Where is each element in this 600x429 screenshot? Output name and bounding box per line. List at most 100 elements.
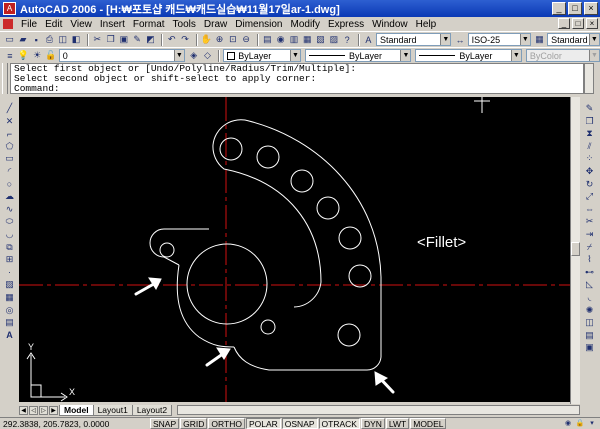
block-editor-icon[interactable]: ◩ (145, 34, 156, 46)
layer-select[interactable]: 0 ▼ (58, 49, 185, 62)
prev-tab-icon[interactable]: ◁ (29, 405, 38, 415)
copy-object-icon[interactable]: ❐ (584, 116, 596, 127)
extend-icon[interactable]: ⇥ (584, 229, 596, 240)
linetype-select[interactable]: ByLayer ▼ (304, 49, 412, 62)
plot-icon[interactable]: ⎙ (44, 34, 55, 46)
lock-icon[interactable]: 🔒 (575, 419, 585, 428)
menu-insert[interactable]: Insert (96, 19, 129, 30)
command-window[interactable]: Select first object or [Undo/Polyline/Ra… (10, 63, 584, 94)
array-icon[interactable]: ⁘ (584, 153, 596, 164)
text-style-select[interactable]: Standard ▼ (376, 33, 452, 46)
markup-icon[interactable]: ▧ (315, 34, 326, 46)
menu-help[interactable]: Help (412, 19, 441, 30)
help-icon[interactable]: ? (341, 34, 352, 46)
snap-toggle[interactable]: SNAP (150, 418, 180, 429)
polyline-icon[interactable]: ⌐ (4, 128, 16, 139)
ellipse-arc-icon[interactable]: ◡ (4, 229, 16, 240)
region-icon[interactable]: ◎ (4, 305, 16, 316)
minimize-button[interactable]: _ (552, 2, 566, 15)
move-icon[interactable]: ✥ (584, 166, 596, 177)
layer-tools-icon[interactable]: ▤ (584, 330, 596, 341)
close-button[interactable]: × (584, 2, 598, 15)
inquiry-icon[interactable]: ▣ (584, 342, 596, 353)
layer-lock-icon[interactable]: 🔓 (45, 50, 57, 62)
paste-icon[interactable]: ▣ (118, 34, 129, 46)
model-toggle[interactable]: MODEL (410, 418, 447, 429)
erase-icon[interactable]: ✎ (584, 103, 596, 114)
dyn-toggle[interactable]: DYN (360, 418, 385, 429)
make-block-icon[interactable]: ⊞ (4, 254, 16, 265)
menu-draw[interactable]: Draw (200, 19, 231, 30)
hatch-icon[interactable]: ▨ (4, 279, 16, 290)
draw-order-icon[interactable]: ◫ (584, 317, 596, 328)
coordinate-readout[interactable]: 292.3838, 205.7823, 0.0000 (0, 419, 150, 429)
menu-express[interactable]: Express (324, 19, 368, 30)
grid-toggle[interactable]: GRID (180, 418, 208, 429)
fillet-icon[interactable]: ◟ (584, 292, 596, 303)
sheet-set-icon[interactable]: ▦ (302, 34, 313, 46)
table-style-select[interactable]: Standard ▼ (547, 33, 600, 46)
stretch-icon[interactable]: ⇔ (584, 204, 596, 215)
command-prompt[interactable]: Command: (14, 84, 583, 94)
menu-view[interactable]: View (66, 19, 96, 30)
osnap-toggle[interactable]: OSNAP (281, 418, 318, 429)
redo-icon[interactable]: ↷ (179, 34, 190, 46)
zoom-window-icon[interactable]: ⊡ (227, 34, 238, 46)
trim-icon[interactable]: ✂ (584, 216, 596, 227)
maximize-button[interactable]: □ (568, 2, 582, 15)
otrack-toggle[interactable]: OTRACK (318, 418, 360, 429)
open-icon[interactable]: ▰ (17, 34, 28, 46)
doc-restore-button[interactable]: □ (572, 18, 584, 29)
plot-preview-icon[interactable]: ◫ (57, 34, 68, 46)
spline-icon[interactable]: ∿ (4, 204, 16, 215)
match-properties-icon[interactable]: ✎ (132, 34, 143, 46)
menu-dimension[interactable]: Dimension (231, 19, 286, 30)
polar-toggle[interactable]: POLAR (245, 418, 281, 429)
scale-icon[interactable]: ⤢ (584, 191, 596, 202)
tray-settings-icon[interactable]: ▾ (587, 419, 597, 428)
zoom-previous-icon[interactable]: ⊖ (241, 34, 252, 46)
pan-icon[interactable]: ✋ (201, 34, 212, 46)
layer-manager-icon[interactable]: ≡ (4, 50, 16, 62)
command-scrollbar[interactable] (584, 63, 594, 94)
insert-block-icon[interactable]: ⧉ (4, 242, 16, 253)
comm-center-icon[interactable]: ◉ (563, 419, 573, 428)
first-tab-icon[interactable]: ◀ (19, 405, 28, 415)
mtext-icon[interactable]: A (4, 330, 16, 341)
ortho-toggle[interactable]: ORTHO (208, 418, 245, 429)
circle-icon[interactable]: ○ (4, 179, 16, 190)
line-icon[interactable]: ╱ (4, 103, 16, 114)
revision-cloud-icon[interactable]: ☁ (4, 191, 16, 202)
menu-edit[interactable]: Edit (41, 19, 66, 30)
point-icon[interactable]: · (4, 267, 16, 278)
quickcalc-icon[interactable]: ▨ (328, 34, 339, 46)
menu-tools[interactable]: Tools (169, 19, 200, 30)
lwt-toggle[interactable]: LWT (385, 418, 410, 429)
offset-icon[interactable]: ⫽ (584, 141, 596, 152)
explode-icon[interactable]: ✺ (584, 305, 596, 316)
rectangle-icon[interactable]: ▭ (4, 153, 16, 164)
tab-model[interactable]: Model (59, 404, 94, 416)
menu-format[interactable]: Format (129, 19, 169, 30)
last-tab-icon[interactable]: ▶ (49, 405, 58, 415)
dim-style-select[interactable]: ISO-25 ▼ (467, 33, 531, 46)
properties-icon[interactable]: ▤ (262, 34, 273, 46)
table-icon[interactable]: ▤ (4, 317, 16, 328)
break-icon[interactable]: ⌇ (584, 254, 596, 265)
make-current-layer-icon[interactable]: ◈ (188, 50, 200, 62)
horizontal-scrollbar[interactable] (177, 405, 580, 415)
publish-icon[interactable]: ◧ (70, 34, 81, 46)
ellipse-icon[interactable]: ⬭ (4, 216, 16, 227)
layer-previous-icon[interactable]: ◇ (202, 50, 214, 62)
tab-layout2[interactable]: Layout2 (131, 404, 173, 416)
menu-file[interactable]: File (17, 19, 41, 30)
design-center-icon[interactable]: ◉ (275, 34, 286, 46)
document-icon[interactable] (3, 19, 13, 29)
gradient-icon[interactable]: ▦ (4, 292, 16, 303)
autocad-app-icon[interactable]: A (3, 2, 16, 15)
menu-window[interactable]: Window (368, 19, 412, 30)
layer-on-icon[interactable]: 💡 (18, 50, 30, 62)
next-tab-icon[interactable]: ▷ (39, 405, 48, 415)
lineweight-select[interactable]: ByLayer ▼ (415, 49, 522, 62)
vertical-scroll-thumb[interactable] (571, 242, 580, 256)
